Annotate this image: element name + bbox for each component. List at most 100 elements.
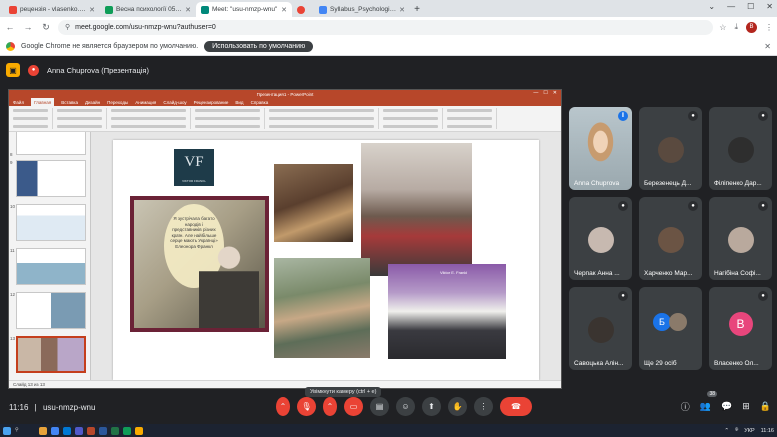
end-call-button[interactable]: ☎ bbox=[500, 397, 532, 416]
participants-grid: ⦀ Anna Chuprova ● Березенець Д... ● Філі… bbox=[569, 107, 773, 375]
mic-off-icon: ● bbox=[758, 111, 768, 121]
ppt-tab: Слайд-шоу bbox=[163, 99, 187, 105]
app-icon[interactable] bbox=[135, 426, 143, 435]
close-tab-icon[interactable]: ✕ bbox=[89, 6, 95, 14]
ppt-ribbon-tabs: Файл Главная Вставка Дизайн Переходы Ани… bbox=[9, 98, 561, 106]
teams-icon[interactable] bbox=[75, 426, 83, 435]
edge-icon[interactable] bbox=[63, 426, 71, 435]
tab-search-icon[interactable]: ⌄ bbox=[708, 2, 715, 11]
powerpoint-icon[interactable] bbox=[87, 426, 95, 435]
tab-strip: рецензія - vlasenko.olena@ ✕ Весна психо… bbox=[0, 0, 777, 17]
ppt-statusbar: Слайд 13 из 13 bbox=[9, 380, 561, 388]
participant-tile[interactable]: ● Черпак Анна ... bbox=[569, 197, 632, 280]
more-participants-tile[interactable]: Б Ще 29 осіб bbox=[639, 287, 702, 370]
slide-number: 11 bbox=[10, 248, 15, 253]
logo-text: VF bbox=[184, 154, 204, 170]
network-icon[interactable]: ⌾ bbox=[735, 427, 738, 434]
file-explorer-icon[interactable] bbox=[39, 426, 47, 435]
ppt-ribbon bbox=[9, 106, 561, 132]
presentation-header: ▣ ● Anna Chuprova (Презентація) bbox=[6, 63, 149, 77]
slide-thumbnail[interactable] bbox=[16, 292, 86, 329]
download-icon[interactable]: ⤓ bbox=[734, 22, 738, 32]
excel-icon[interactable] bbox=[111, 426, 119, 435]
site-info-icon[interactable]: ⚲ bbox=[65, 23, 70, 31]
call-controls: ⌃ 🎙 ⌃ ▭ ▤ ☺ ⬆ ✋ ⋮ ☎ bbox=[276, 397, 532, 416]
camera-toggle-button[interactable]: ▭ bbox=[344, 397, 363, 416]
meeting-time: 11:16 bbox=[9, 403, 29, 412]
participant-letter-avatar: В bbox=[728, 312, 753, 336]
slide-number: 12 bbox=[10, 292, 16, 297]
participant-tile[interactable]: ● Нагібіна Софі... bbox=[709, 197, 772, 280]
more-options-button[interactable]: ⋮ bbox=[474, 397, 493, 416]
emoji-button[interactable]: ☺ bbox=[396, 397, 415, 416]
mic-options-button[interactable]: ⌃ bbox=[276, 397, 290, 416]
taskbar-clock[interactable]: 11:16 bbox=[761, 428, 774, 434]
search-icon[interactable]: ⚲ bbox=[15, 427, 35, 435]
ppt-window-controls: — ☐ ✕ bbox=[533, 90, 557, 96]
maximize-icon[interactable]: ☐ bbox=[747, 2, 754, 11]
close-window-icon[interactable]: ✕ bbox=[766, 2, 773, 11]
browser-tab[interactable] bbox=[292, 2, 314, 17]
close-icon[interactable]: ✕ bbox=[764, 42, 771, 51]
slide-thumbnail-selected[interactable] bbox=[16, 336, 86, 373]
url-input[interactable]: ⚲ meet.google.com/usu-nmzp-wnu?authuser=… bbox=[58, 19, 714, 35]
slide-thumbnails: 8 9 10 11 12 13 bbox=[9, 132, 91, 380]
chat-icon[interactable]: 💬 bbox=[721, 401, 732, 412]
browser-tab[interactable]: Весна психології 053-11 Вох ✕ bbox=[100, 2, 196, 17]
new-tab-button[interactable]: + bbox=[410, 2, 424, 17]
profile-avatar[interactable]: B bbox=[746, 21, 757, 33]
participant-tile[interactable]: В ● Власенко Ол... bbox=[709, 287, 772, 370]
participant-tile[interactable]: ● Березенець Д... bbox=[639, 107, 702, 190]
infobar-text: Google Chrome не является браузером по у… bbox=[21, 42, 199, 50]
photo-group-table bbox=[274, 258, 370, 358]
browser-tab[interactable]: Syllabus_Psychologia-bezpeky ✕ bbox=[314, 2, 410, 17]
reload-icon[interactable]: ↻ bbox=[40, 22, 52, 33]
participant-avatar bbox=[587, 227, 614, 253]
participant-tile[interactable]: ● Харченко Мар... bbox=[639, 197, 702, 280]
info-icon[interactable]: ⓘ bbox=[681, 400, 690, 413]
slide-thumbnail[interactable] bbox=[16, 204, 86, 241]
ppt-tab: Вставка bbox=[61, 99, 78, 105]
set-default-button[interactable]: Использовать по умолчанию bbox=[204, 40, 314, 52]
slide-thumbnail[interactable] bbox=[16, 160, 86, 197]
captions-button[interactable]: ▤ bbox=[370, 397, 389, 416]
tab-title: рецензія - vlasenko.olena@ bbox=[20, 6, 86, 13]
host-controls-icon[interactable]: 🔒 bbox=[760, 401, 771, 412]
presenter-label: Anna Chuprova (Презентація) bbox=[47, 65, 149, 75]
camera-tooltip: Увімкнути камеру (ctrl + e) bbox=[305, 387, 382, 397]
close-tab-icon[interactable]: ✕ bbox=[281, 6, 287, 14]
slide-number: 9 bbox=[10, 160, 13, 165]
present-button[interactable]: ⬆ bbox=[422, 397, 441, 416]
forward-icon[interactable]: → bbox=[22, 22, 34, 32]
activities-icon[interactable]: ⊞ bbox=[742, 401, 750, 412]
language-indicator[interactable]: УКР bbox=[744, 428, 754, 434]
close-tab-icon[interactable]: ✕ bbox=[399, 6, 405, 14]
minimize-icon[interactable]: — bbox=[727, 2, 735, 11]
mic-off-icon: ● bbox=[688, 201, 698, 211]
meet-taskbar-icon[interactable] bbox=[123, 426, 131, 435]
participant-tile[interactable]: ● Філіпенко Дар... bbox=[709, 107, 772, 190]
raise-hand-button[interactable]: ✋ bbox=[448, 397, 467, 416]
more-participants-label: Ще 29 осіб bbox=[644, 360, 677, 367]
mic-toggle-button[interactable]: 🎙 bbox=[297, 397, 316, 416]
back-icon[interactable]: ← bbox=[4, 22, 16, 32]
browser-tab[interactable]: рецензія - vlasenko.olena@ ✕ bbox=[4, 2, 100, 17]
bookmark-star-icon[interactable]: ☆ bbox=[719, 23, 726, 32]
start-icon[interactable] bbox=[3, 426, 11, 435]
menu-icon[interactable]: ⋮ bbox=[765, 23, 773, 32]
people-icon[interactable]: 👥 bbox=[700, 401, 711, 412]
participant-avatar bbox=[727, 137, 754, 163]
camera-options-button[interactable]: ⌃ bbox=[323, 397, 337, 416]
browser-tab-active[interactable]: Meet: "usu-nmzp-wnu" ✕ bbox=[196, 2, 292, 17]
ppt-tab: Переходы bbox=[107, 99, 129, 105]
close-tab-icon[interactable]: ✕ bbox=[185, 6, 191, 14]
tray-chevron-icon[interactable]: ⌃ bbox=[724, 428, 729, 434]
word-icon[interactable] bbox=[99, 426, 107, 435]
slide-thumbnail[interactable] bbox=[16, 132, 86, 155]
slide-thumbnail[interactable] bbox=[16, 248, 86, 285]
url-text: meet.google.com/usu-nmzp-wnu?authuser=0 bbox=[75, 23, 216, 31]
chrome-taskbar-icon[interactable] bbox=[51, 426, 59, 435]
participant-tile[interactable]: ⦀ Anna Chuprova bbox=[569, 107, 632, 190]
participant-tile[interactable]: ● Савоцька Алін... bbox=[569, 287, 632, 370]
photo-dinner bbox=[274, 164, 353, 242]
